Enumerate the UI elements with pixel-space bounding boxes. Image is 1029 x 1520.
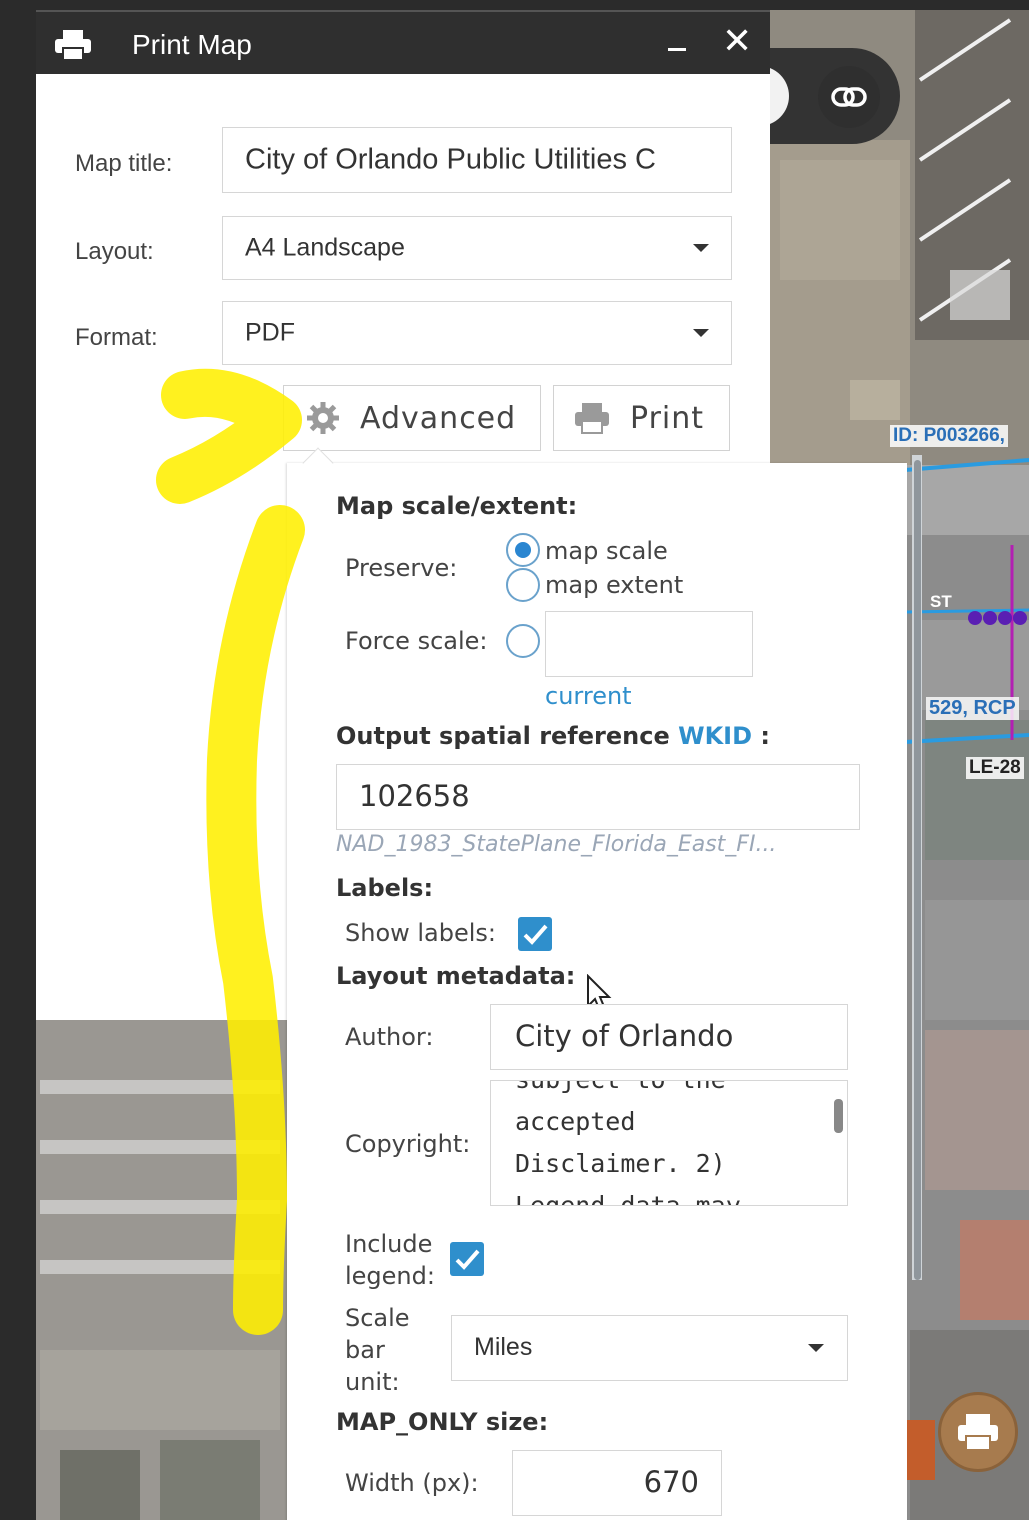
screenshot-root: ID: P003266, ST 529, RCP LE-28 Print Map… (0, 0, 1029, 1520)
highlight-annotation (156, 368, 305, 1335)
